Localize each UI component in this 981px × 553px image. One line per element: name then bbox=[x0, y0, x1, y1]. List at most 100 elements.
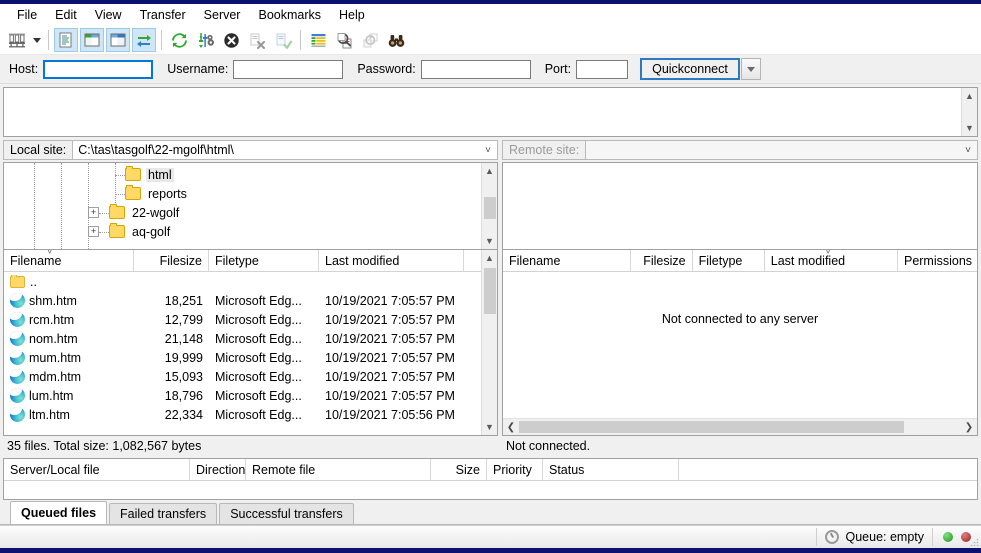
remote-file-list[interactable]: Filename Filesize Filetype ˅ Last modifi… bbox=[502, 250, 978, 436]
scroll-thumb[interactable] bbox=[519, 421, 904, 433]
menu-file[interactable]: File bbox=[8, 5, 46, 25]
column-header-filesize[interactable]: Filesize bbox=[631, 250, 693, 271]
local-file-list[interactable]: ˅ Filename Filesize Filetype Last modifi… bbox=[3, 250, 498, 436]
tree-item-22-wgolf[interactable]: + 22-wgolf bbox=[4, 203, 481, 222]
remote-directory-tree[interactable] bbox=[502, 162, 978, 250]
column-header-last-modified[interactable]: ˅ Last modified bbox=[765, 250, 898, 271]
queue-status[interactable]: Queue: empty bbox=[817, 526, 932, 548]
remote-file-list-hscrollbar[interactable]: ❮ ❯ bbox=[503, 418, 977, 435]
folder-icon bbox=[10, 274, 25, 288]
scroll-down-icon[interactable]: ▼ bbox=[482, 233, 498, 249]
local-file-list-scrollbar[interactable]: ▲ ▼ bbox=[481, 250, 497, 435]
transfer-queue[interactable]: Server/Local file Direction Remote file … bbox=[3, 458, 978, 500]
password-input[interactable] bbox=[420, 59, 531, 79]
local-site-combo[interactable]: C:\tas\tasgolf\22-mgolf\html\ ˅ bbox=[72, 140, 498, 160]
compare-directories-icon[interactable] bbox=[332, 28, 356, 52]
message-log-scrollbar[interactable]: ▲ ▼ bbox=[961, 88, 977, 136]
site-manager-icon[interactable] bbox=[5, 28, 29, 52]
local-directory-tree[interactable]: html reports + 22-wgolf + aq-golf ▲ ▼ bbox=[3, 162, 498, 250]
reconnect-icon[interactable] bbox=[271, 28, 295, 52]
tab-successful-transfers[interactable]: Successful transfers bbox=[219, 503, 354, 524]
scroll-up-icon[interactable]: ▲ bbox=[962, 88, 978, 104]
filter-icon[interactable] bbox=[306, 28, 330, 52]
quickconnect-dropdown-button[interactable] bbox=[740, 58, 761, 80]
remote-file-list-main[interactable]: Filename Filesize Filetype ˅ Last modifi… bbox=[503, 250, 977, 435]
tree-item-aq-golf[interactable]: + aq-golf bbox=[4, 222, 481, 241]
queue-column-server-local-file[interactable]: Server/Local file bbox=[4, 459, 190, 480]
scroll-up-icon[interactable]: ▲ bbox=[482, 250, 498, 266]
queue-column-direction[interactable]: Direction bbox=[190, 459, 246, 480]
quickconnect-button[interactable]: Quickconnect bbox=[640, 58, 740, 80]
queue-rows[interactable] bbox=[4, 481, 977, 499]
column-header-permissions[interactable]: Permissions bbox=[898, 250, 977, 271]
remote-site-combo[interactable]: ˅ bbox=[585, 140, 978, 160]
cell-last-modified: 10/19/2021 7:05:57 PM bbox=[325, 388, 455, 403]
message-log-scroll-track[interactable] bbox=[962, 104, 978, 120]
tab-queued-files[interactable]: Queued files bbox=[10, 501, 108, 524]
menu-transfer[interactable]: Transfer bbox=[131, 5, 195, 25]
tree-expander-icon[interactable]: + bbox=[88, 226, 99, 237]
table-row[interactable]: mum.htm 19,999 Microsoft Edg... 10/19/20… bbox=[4, 348, 481, 367]
chevron-down-icon[interactable]: ˅ bbox=[479, 141, 497, 159]
local-tree-scroll-track[interactable] bbox=[482, 179, 498, 233]
site-manager-dropdown-icon[interactable] bbox=[30, 28, 44, 52]
chevron-down-icon[interactable]: ˅ bbox=[959, 141, 977, 159]
local-file-scroll-track[interactable] bbox=[482, 266, 498, 419]
tree-item-html[interactable]: html bbox=[4, 165, 481, 184]
tree-item-reports[interactable]: reports bbox=[4, 184, 481, 203]
find-files-icon[interactable] bbox=[384, 28, 408, 52]
scroll-right-icon[interactable]: ❯ bbox=[961, 419, 977, 435]
local-file-rows[interactable]: .. shm.htm 18,251 Microsoft Edg... 10/19… bbox=[4, 272, 481, 435]
table-row[interactable]: ltm.htm 22,334 Microsoft Edg... 10/19/20… bbox=[4, 405, 481, 424]
local-tree-scrollbar[interactable]: ▲ ▼ bbox=[481, 163, 497, 249]
table-row[interactable]: nom.htm 21,148 Microsoft Edg... 10/19/20… bbox=[4, 329, 481, 348]
menu-edit[interactable]: Edit bbox=[46, 5, 86, 25]
process-queue-icon[interactable] bbox=[193, 28, 217, 52]
toggle-remote-tree-icon[interactable] bbox=[106, 28, 130, 52]
toggle-local-tree-icon[interactable] bbox=[80, 28, 104, 52]
scroll-down-icon[interactable]: ▼ bbox=[962, 120, 978, 136]
column-header-last-modified[interactable]: Last modified bbox=[319, 250, 464, 271]
toggle-message-log-icon[interactable] bbox=[54, 28, 78, 52]
toggle-transfer-queue-icon[interactable] bbox=[132, 28, 156, 52]
table-row[interactable]: .. bbox=[4, 272, 481, 291]
scroll-up-icon[interactable]: ▲ bbox=[482, 163, 498, 179]
column-header-filetype[interactable]: Filetype bbox=[209, 250, 319, 271]
username-input[interactable] bbox=[233, 59, 344, 79]
menu-server[interactable]: Server bbox=[195, 5, 250, 25]
tab-failed-transfers[interactable]: Failed transfers bbox=[109, 503, 218, 524]
scroll-thumb[interactable] bbox=[483, 268, 496, 314]
tree-expander-icon[interactable]: + bbox=[88, 207, 99, 218]
menu-view[interactable]: View bbox=[86, 5, 131, 25]
host-input[interactable] bbox=[43, 59, 154, 79]
cancel-operation-icon[interactable] bbox=[219, 28, 243, 52]
scroll-thumb[interactable] bbox=[483, 197, 496, 219]
scroll-down-icon[interactable]: ▼ bbox=[482, 419, 498, 435]
column-header-filename[interactable]: ˅ Filename bbox=[4, 250, 134, 271]
table-row[interactable]: rcm.htm 12,799 Microsoft Edg... 10/19/20… bbox=[4, 310, 481, 329]
local-file-list-main[interactable]: ˅ Filename Filesize Filetype Last modifi… bbox=[4, 250, 481, 435]
disconnect-icon[interactable] bbox=[245, 28, 269, 52]
queue-column-size[interactable]: Size bbox=[431, 459, 487, 480]
table-row[interactable]: lum.htm 18,796 Microsoft Edg... 10/19/20… bbox=[4, 386, 481, 405]
queue-column-priority[interactable]: Priority bbox=[487, 459, 543, 480]
remote-hscroll-track[interactable] bbox=[519, 419, 961, 435]
port-input[interactable] bbox=[576, 59, 629, 79]
menu-help[interactable]: Help bbox=[330, 5, 374, 25]
resize-grip-icon[interactable] bbox=[969, 536, 979, 546]
refresh-icon[interactable] bbox=[167, 28, 191, 52]
menu-bookmarks[interactable]: Bookmarks bbox=[249, 5, 330, 25]
table-row[interactable]: shm.htm 18,251 Microsoft Edg... 10/19/20… bbox=[4, 291, 481, 310]
queue-column-status[interactable]: Status bbox=[543, 459, 679, 480]
queue-column-remote-file[interactable]: Remote file bbox=[246, 459, 431, 480]
remote-tree-body[interactable] bbox=[503, 163, 977, 249]
remote-file-rows[interactable]: Not connected to any server bbox=[503, 272, 977, 418]
local-site-path[interactable]: C:\tas\tasgolf\22-mgolf\html\ bbox=[73, 143, 479, 157]
local-tree-body[interactable]: html reports + 22-wgolf + aq-golf bbox=[4, 163, 481, 249]
column-header-filetype[interactable]: Filetype bbox=[693, 250, 765, 271]
column-header-filesize[interactable]: Filesize bbox=[134, 250, 209, 271]
table-row[interactable]: mdm.htm 15,093 Microsoft Edg... 10/19/20… bbox=[4, 367, 481, 386]
synchronized-browsing-icon[interactable] bbox=[358, 28, 382, 52]
scroll-left-icon[interactable]: ❮ bbox=[503, 419, 519, 435]
column-header-filename[interactable]: Filename bbox=[503, 250, 632, 271]
